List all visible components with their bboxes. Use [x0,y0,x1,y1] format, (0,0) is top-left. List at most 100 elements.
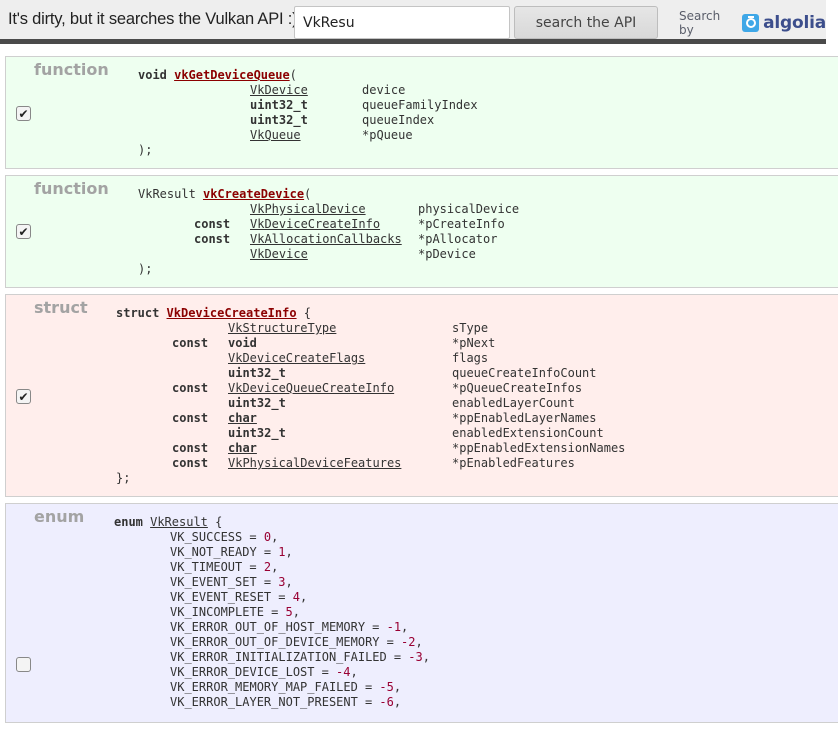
member-name: *pEnabledFeatures [452,456,575,470]
type-link[interactable]: VkDeviceQueueCreateInfo [228,381,394,396]
result-checkbox[interactable] [16,657,31,672]
param-name: *pDevice [418,247,476,261]
member-name: sType [452,321,489,335]
equals-sign: = [364,680,373,694]
enum-constant-name: VK_ERROR_DEVICE_LOST [170,665,315,679]
member-row: uint32_t queueCreateInfoCount [116,366,736,381]
enum-constant-name: VK_ERROR_MEMORY_MAP_FAILED [170,680,358,694]
member-row: uint32_t enabledLayerCount [116,396,736,411]
struct-name-link[interactable]: VkDeviceCreateInfo [167,306,297,321]
member-name: enabledExtensionCount [452,426,604,440]
enum-constant-name: VK_ERROR_OUT_OF_DEVICE_MEMORY [170,635,380,649]
results-list: function ✔ void vkGetDeviceQueue(VkDevice de… [5,56,838,729]
result-kind-label: function [34,179,109,198]
enum-constant-value: 1 [278,545,286,559]
enum-value-row: VK_EVENT_RESET = 4, [114,590,734,605]
function-name-link[interactable]: vkCreateDevice [203,187,304,202]
type-link[interactable]: VkAllocationCallbacks [250,232,402,247]
enum-constant-value: -6 [379,695,394,709]
equals-sign: = [393,650,402,664]
comma: , [393,695,402,709]
algolia-attribution[interactable]: Search by algolia [679,9,826,37]
type-name: uint32_t [228,366,286,380]
type-link[interactable]: VkPhysicalDeviceFeatures [228,456,401,471]
result-checkbox[interactable]: ✔ [16,224,31,239]
code-block: VkResult vkCreateDevice(VkPhysicalDevice p… [138,187,758,277]
member-row: const void *pNext [116,336,736,351]
comma: , [271,560,279,574]
type-link[interactable]: VkPhysicalDevice [250,202,366,217]
close-brace: }; [116,471,131,485]
enum-constant-name: VK_NOT_READY [170,545,257,559]
equals-sign: = [321,665,329,679]
close-paren: ); [138,143,153,157]
result-kind-label: function [34,60,109,79]
param-qualifier: const [194,217,231,231]
open-brace: { [303,306,311,320]
member-row: const char *ppEnabledLayerNames [116,411,736,426]
function-name-link[interactable]: vkGetDeviceQueue [174,68,290,83]
enum-constant-value: 4 [292,590,300,604]
param-row: VkDevice *pDevice [138,247,758,262]
enum-constant-name: VK_TIMEOUT [170,560,243,574]
enum-constant-name: VK_INCOMPLETE [170,605,264,619]
param-name: *pCreateInfo [418,217,505,231]
param-row: VkPhysicalDevice physicalDevice [138,202,758,217]
member-qualifier: const [172,411,209,425]
return-type: VkResult [138,187,196,201]
result-checkbox[interactable]: ✔ [16,389,31,404]
member-name: queueCreateInfoCount [452,366,597,380]
param-row: const VkDeviceCreateInfo *pCreateInfo [138,217,758,232]
enum-constant-value: 3 [278,575,286,589]
open-paren: ( [289,68,297,82]
enum-constant-name: VK_SUCCESS [170,530,243,544]
equals-sign: = [249,560,257,574]
type-link[interactable]: VkDeviceCreateFlags [228,351,365,366]
type-link[interactable]: VkDevice [250,247,308,262]
tagline: It's dirty, but it searches the Vulkan A… [8,10,298,28]
type-link[interactable]: VkQueue [250,128,301,143]
member-name: *ppEnabledLayerNames [452,411,597,425]
equals-sign: = [372,620,380,634]
type-link[interactable]: VkDevice [250,83,308,98]
param-name: device [362,83,406,97]
enum-keyword: enum [114,515,143,529]
enum-value-row: VK_TIMEOUT = 2, [114,560,734,575]
param-name: physicalDevice [418,202,520,216]
enum-value-row: VK_INCOMPLETE = 5, [114,605,734,620]
equals-sign: = [263,545,272,559]
type-link[interactable]: VkStructureType [228,321,336,336]
type-link[interactable]: char [228,441,257,456]
struct-header: struct VkDeviceCreateInfo { [116,306,736,321]
result-kind-label: enum [34,507,85,526]
enum-constant-value: -3 [408,650,423,664]
search-button[interactable]: search the API [514,6,658,39]
equals-sign: = [271,605,279,619]
type-link[interactable]: char [228,411,257,426]
enum-constant-value: 0 [263,530,272,544]
member-name: enabledLayerCount [452,396,575,410]
stopwatch-icon [741,14,760,32]
enum-constant-name: VK_EVENT_SET [170,575,257,589]
member-qualifier: const [172,336,209,350]
member-qualifier: const [172,456,209,470]
type-link[interactable]: VkDeviceCreateInfo [250,217,380,232]
open-paren: ( [304,187,312,201]
struct-keyword: struct [116,306,160,320]
member-row: VkStructureType sType [116,321,736,336]
result-card-function: function ✔ VkResult vkCreateDevice(VkPhysic… [5,175,838,288]
result-kind-label: struct [34,298,88,317]
comma: , [350,665,358,679]
result-checkbox[interactable]: ✔ [16,106,31,121]
signature-line: VkResult vkCreateDevice( [138,187,758,202]
equals-sign: = [386,635,394,649]
comma: , [285,575,293,589]
code-block: void vkGetDeviceQueue(VkDevice device uint3… [138,68,758,158]
param-qualifier: const [194,232,231,246]
search-input[interactable] [294,6,510,39]
enum-value-row: VK_ERROR_OUT_OF_DEVICE_MEMORY = -2, [114,635,734,650]
enum-name-link[interactable]: VkResult [150,515,208,530]
type-name: uint32_t [250,113,308,127]
member-row: uint32_t enabledExtensionCount [116,426,736,441]
result-card-struct: struct ✔ struct VkDeviceCreateInfo {VkStruct… [5,294,838,497]
